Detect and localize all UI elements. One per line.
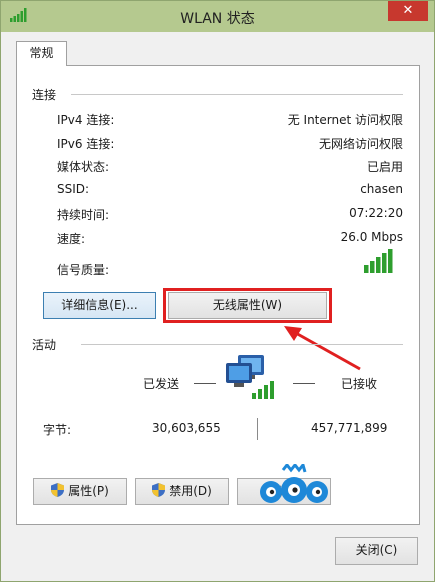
general-tab-panel: 连接 IPv4 连接: 无 Internet 访问权限 IPv6 连接: 无网络… <box>16 65 420 525</box>
uac-shield-icon <box>152 483 166 497</box>
received-dash <box>293 383 315 384</box>
close-button[interactable]: 关闭(C) <box>335 537 418 565</box>
uac-shield-icon <box>51 483 65 497</box>
duration-label: 持续时间: <box>57 208 110 222</box>
ssid-value: chasen <box>360 182 403 196</box>
ssid-label: SSID: <box>57 182 90 196</box>
media-state-value: 已启用 <box>366 160 403 174</box>
speed-value: 26.0 Mbps <box>340 230 403 244</box>
sent-dash <box>194 383 216 384</box>
properties-button[interactable]: 属性(P) <box>33 478 127 505</box>
network-computers-icon <box>226 355 274 399</box>
properties-button-label: 属性(P) <box>68 484 109 498</box>
speed-label: 速度: <box>57 232 86 246</box>
details-button[interactable]: 详细信息(E)... <box>43 292 156 319</box>
bytes-divider <box>257 418 258 440</box>
title-bar[interactable]: WLAN 状态 ✕ <box>1 1 434 32</box>
dialog-client-area: 常规 连接 IPv4 连接: 无 Internet 访问权限 IPv6 连接: … <box>8 32 427 576</box>
disable-button-label: 禁用(D) <box>169 484 212 498</box>
disable-button[interactable]: 禁用(D) <box>135 478 229 505</box>
sent-label: 已发送 <box>143 377 180 391</box>
signal-strength-icon <box>364 249 393 273</box>
activity-section-label: 活动 <box>32 338 57 352</box>
wlan-status-dialog: WLAN 状态 ✕ 常规 连接 IPv4 连接: 无 Internet 访问权限… <box>0 0 435 582</box>
window-close-button[interactable]: ✕ <box>388 1 428 21</box>
window-title: WLAN 状态 <box>180 11 255 27</box>
connection-section-label: 连接 <box>32 88 57 102</box>
media-state-label: 媒体状态: <box>57 160 110 174</box>
ipv4-label: IPv4 连接: <box>57 113 115 127</box>
activity-divider <box>81 344 403 345</box>
wireless-properties-button[interactable]: 无线属性(W) <box>168 292 327 319</box>
ipv6-label: IPv6 连接: <box>57 137 115 151</box>
connection-divider <box>71 94 403 95</box>
bytes-received-value: 457,771,899 <box>311 421 388 435</box>
received-label: 已接收 <box>341 377 378 391</box>
signal-quality-label: 信号质量: <box>57 263 110 277</box>
site-watermark-logo <box>260 464 328 503</box>
ipv6-value: 无网络访问权限 <box>318 137 403 151</box>
duration-value: 07:22:20 <box>349 206 403 220</box>
bytes-label: 字节: <box>43 423 72 437</box>
bytes-sent-value: 30,603,655 <box>152 421 221 435</box>
ipv4-value: 无 Internet 访问权限 <box>287 113 403 127</box>
tab-general[interactable]: 常规 <box>16 41 67 66</box>
red-arrow-annotation <box>284 326 361 371</box>
